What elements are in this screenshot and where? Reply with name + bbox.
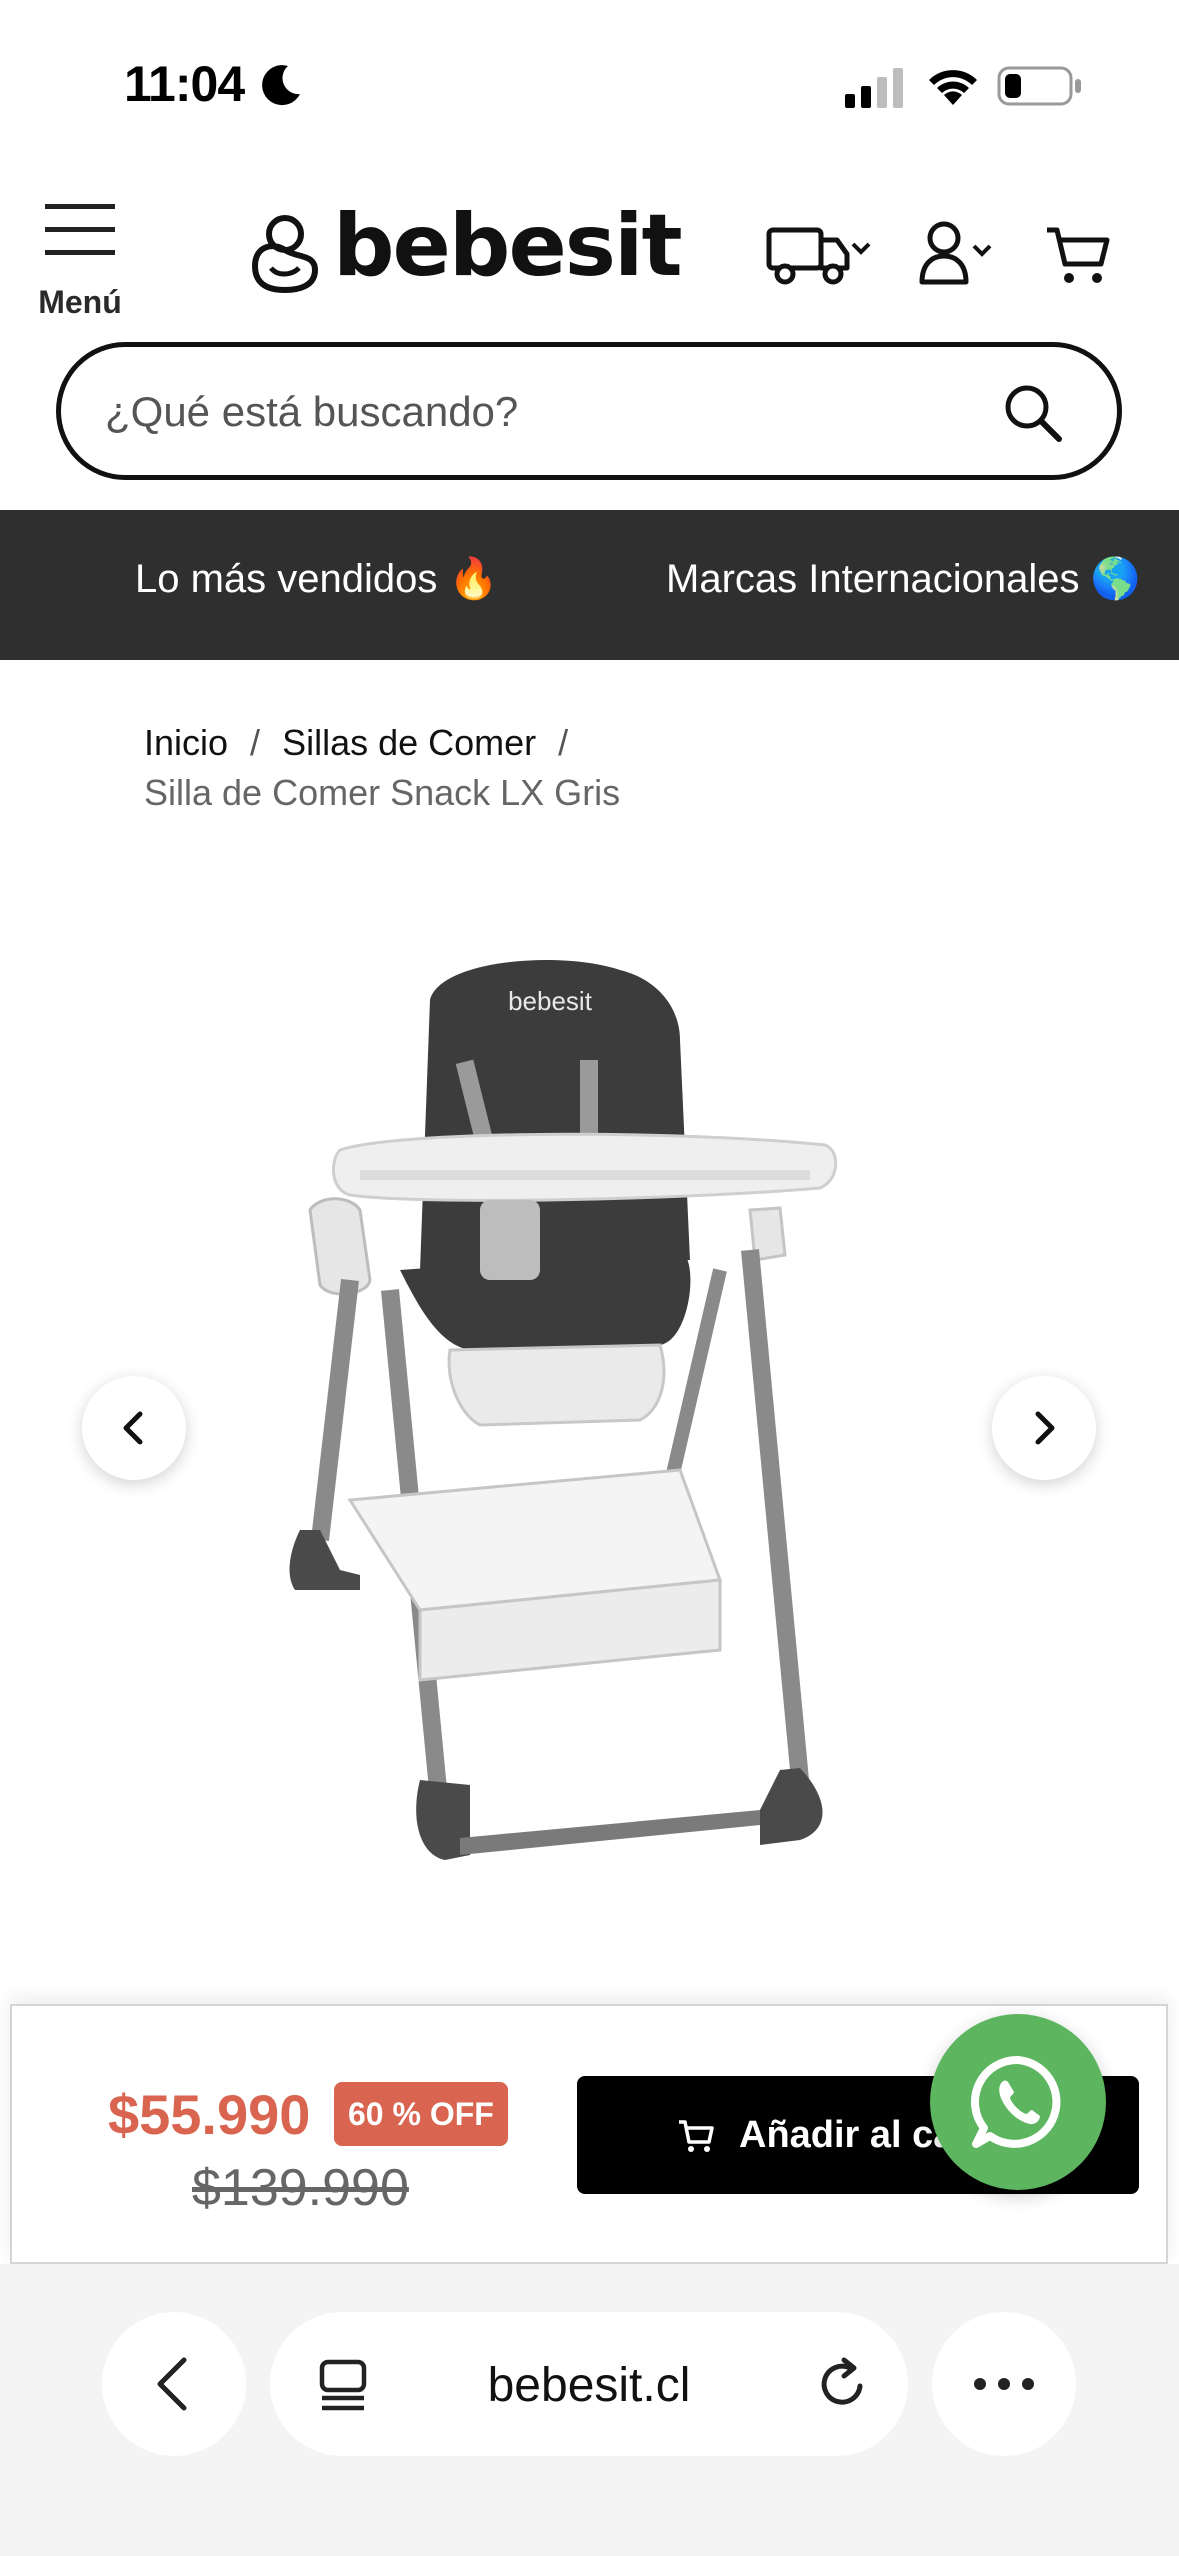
menu-button[interactable]: Menú: [30, 192, 130, 320]
browser-back-button[interactable]: [102, 2312, 246, 2456]
product-image-high-chair[interactable]: bebesit: [280, 950, 920, 1910]
nav-item-best-sellers[interactable]: Lo más vendidos 🔥: [135, 555, 498, 602]
more-dots-icon: [974, 2378, 1034, 2390]
category-nav-strip: Lo más vendidos 🔥 Marcas Internacionales…: [0, 510, 1179, 660]
search-input[interactable]: [105, 379, 985, 445]
logo-text: bebesit: [333, 196, 683, 296]
browser-address-bar[interactable]: bebesit.cl: [270, 2312, 908, 2456]
logo-mark-icon: [251, 215, 319, 294]
chevron-right-icon: [1035, 1411, 1055, 1445]
breadcrumb-separator: /: [250, 722, 261, 763]
breadcrumb-link-category[interactable]: Sillas de Comer: [282, 722, 536, 764]
hamburger-icon: [45, 204, 115, 255]
battery-icon: [997, 66, 1081, 106]
breadcrumb-separator: /: [558, 722, 569, 763]
cart-icon[interactable]: [1045, 224, 1111, 286]
gallery-next-button[interactable]: [992, 1376, 1096, 1480]
site-header: Menú bebesit: [0, 170, 1179, 330]
user-account-icon[interactable]: [918, 220, 998, 286]
status-time: 11:04: [124, 56, 245, 112]
chair-brand-text: bebesit: [508, 986, 593, 1016]
breadcrumb-link-home[interactable]: Inicio: [144, 722, 228, 764]
product-gallery: bebesit: [0, 860, 1179, 1990]
chevron-left-icon: [123, 1411, 143, 1445]
browser-more-button[interactable]: [932, 2312, 1076, 2456]
moon-icon: [262, 65, 300, 106]
cart-icon: [679, 2120, 714, 2152]
shipping-truck-icon[interactable]: [765, 222, 875, 288]
original-price: $139.990: [192, 2159, 409, 2217]
menu-label: Menú: [38, 284, 122, 320]
cellular-signal-icon: [845, 68, 903, 108]
whatsapp-icon: [971, 2055, 1061, 2148]
search-icon[interactable]: [1001, 381, 1065, 445]
current-price: $55.990: [108, 2083, 311, 2146]
search-bar: [56, 342, 1122, 480]
breadcrumb: Inicio / Sillas de Comer / Silla de Come…: [144, 716, 1094, 814]
whatsapp-chat-button[interactable]: [930, 2014, 1106, 2190]
status-bar: 11:04: [0, 0, 1179, 170]
nav-item-international-brands[interactable]: Marcas Internacionales 🌎: [666, 555, 1140, 602]
reload-icon[interactable]: [814, 2356, 870, 2412]
browser-toolbar: bebesit.cl: [0, 2264, 1179, 2556]
wifi-icon: [929, 70, 977, 105]
browser-url: bebesit.cl: [487, 2359, 691, 2412]
chevron-left-icon: [157, 2357, 187, 2411]
breadcrumb-current: Silla de Comer Snack LX Gris: [144, 772, 621, 813]
discount-badge: 60 % OFF: [334, 2082, 508, 2146]
gallery-prev-button[interactable]: [82, 1376, 186, 1480]
brand-logo[interactable]: bebesit: [245, 196, 683, 302]
